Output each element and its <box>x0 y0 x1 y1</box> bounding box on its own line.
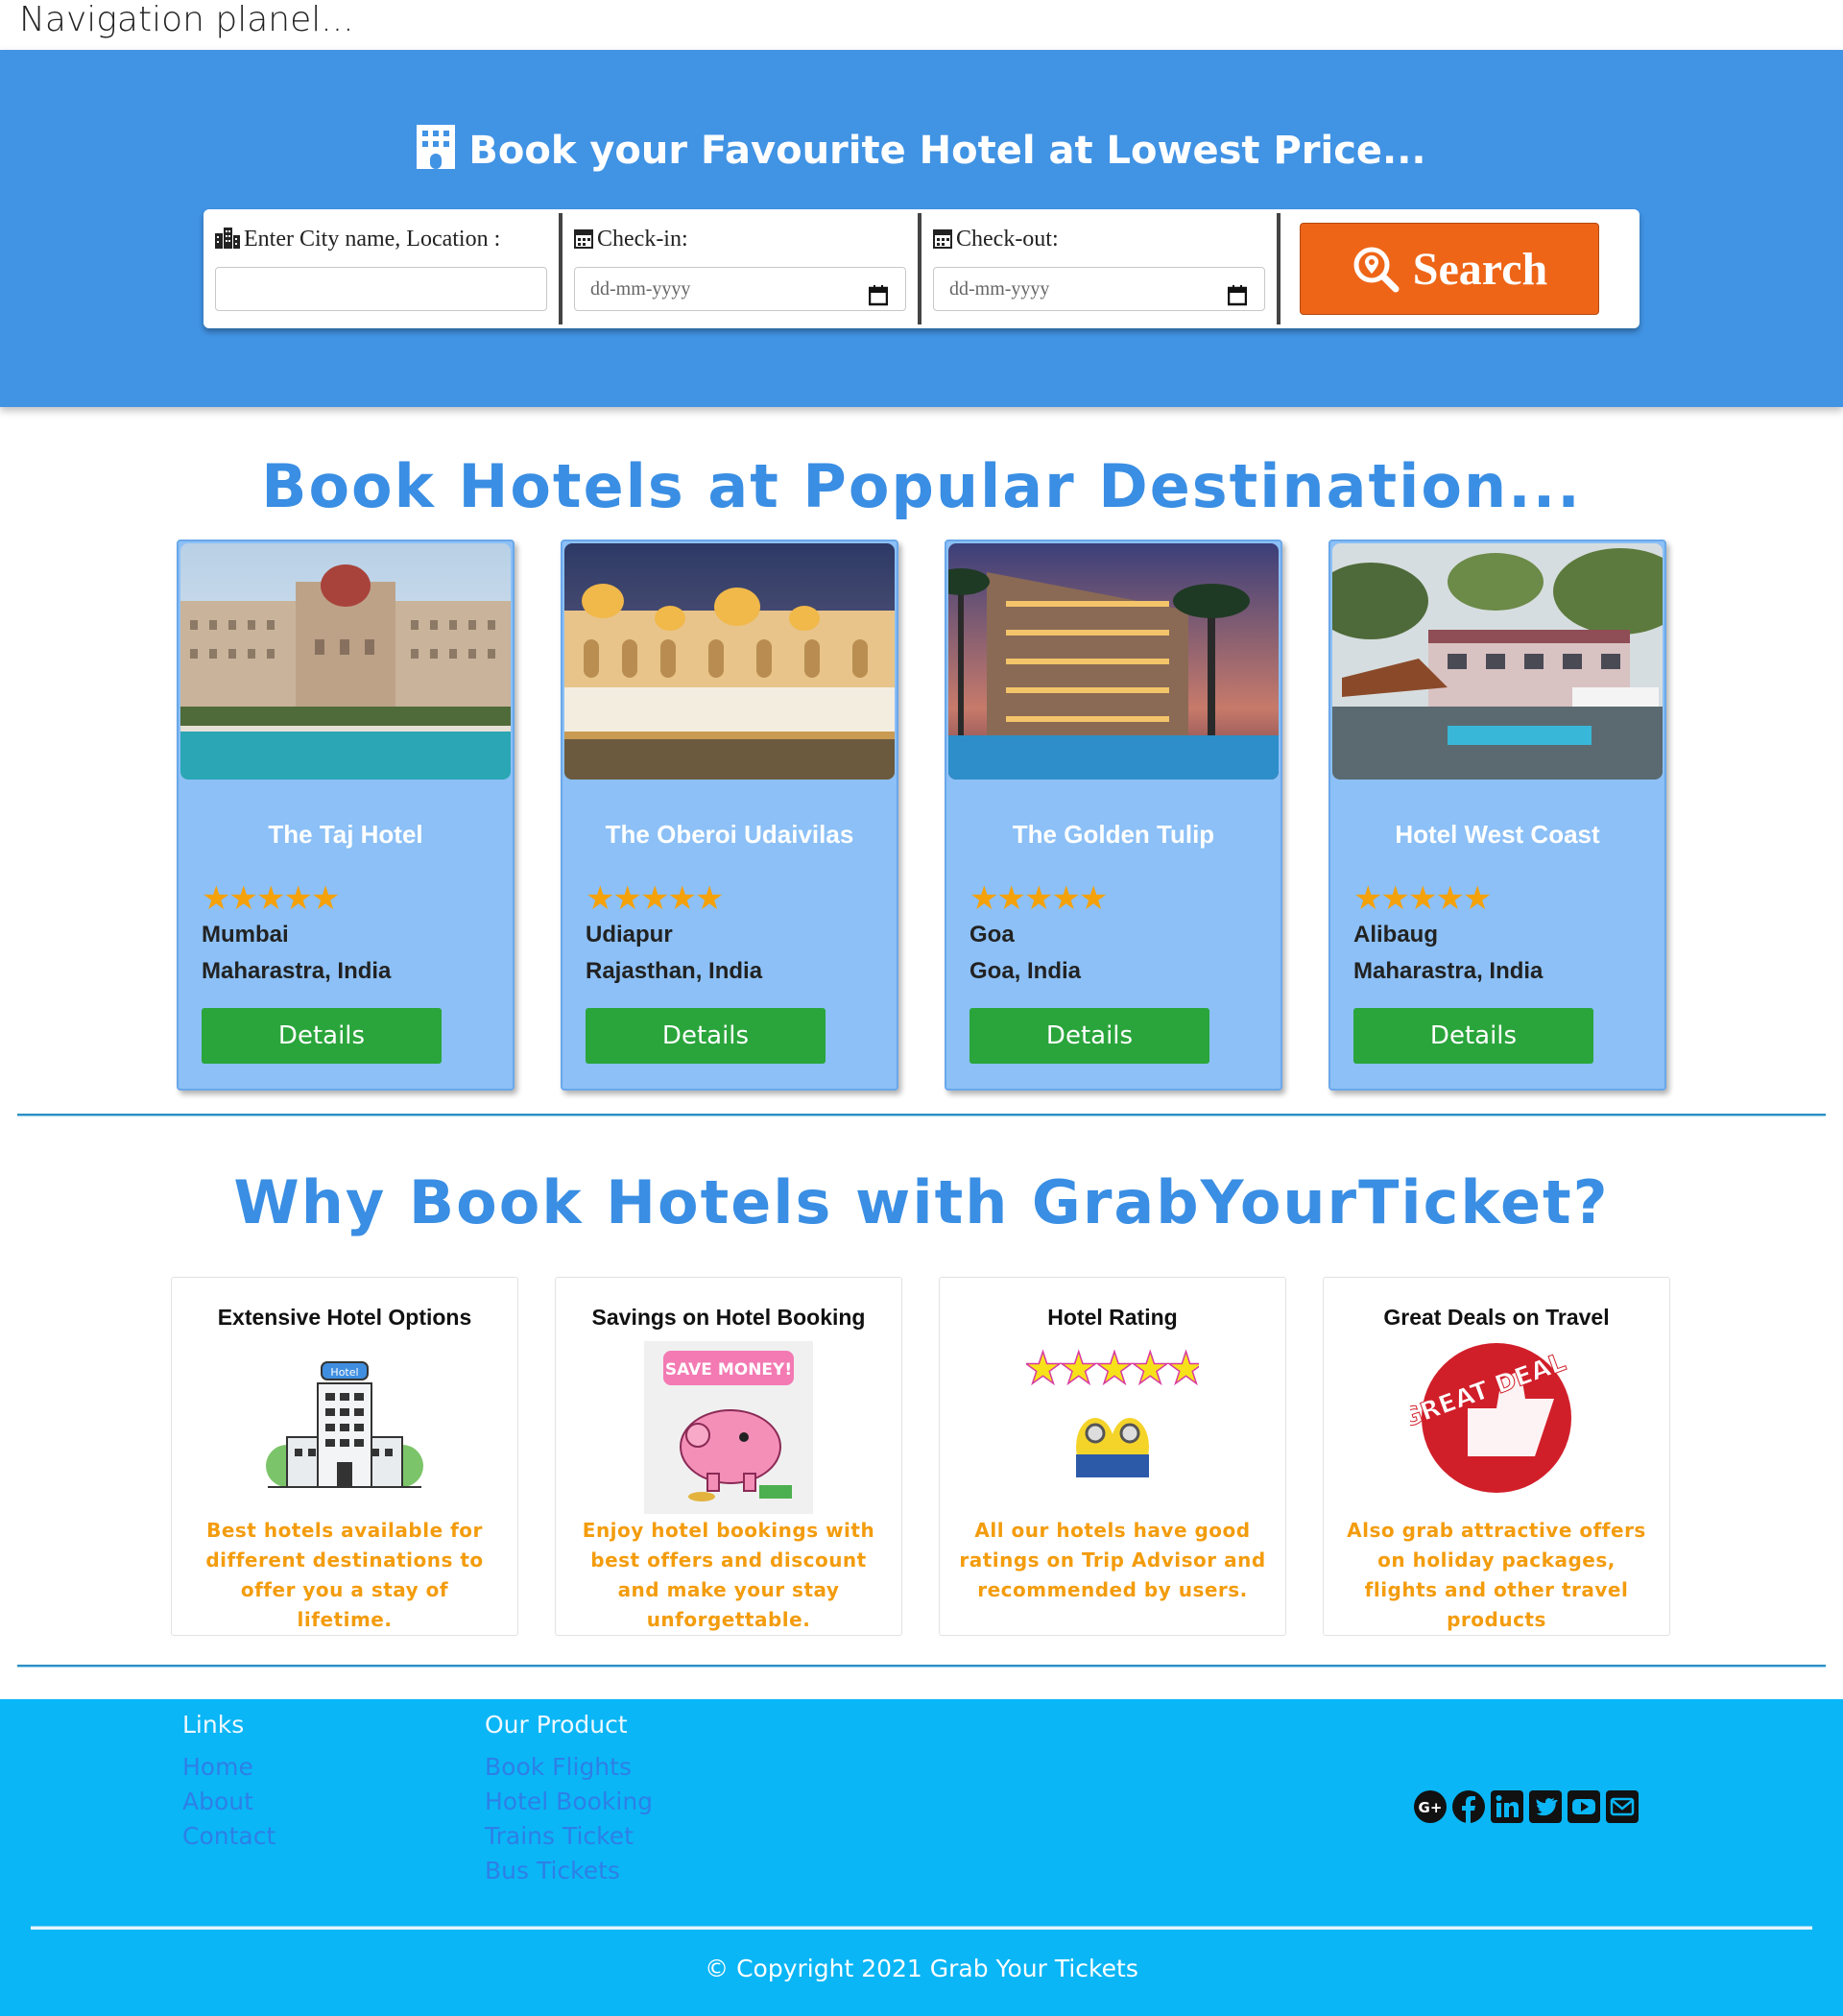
calendar-icon <box>933 229 952 249</box>
checkout-label: Check-out: <box>933 227 1059 252</box>
facebook-icon[interactable] <box>1451 1789 1486 1824</box>
linkedin-icon[interactable] <box>1490 1789 1524 1824</box>
rating-stars-illustration: ★★★★★ <box>1022 1341 1209 1514</box>
details-button[interactable]: Details <box>969 1008 1209 1064</box>
rating-stars-text: ★★★★★ <box>1026 1342 1199 1394</box>
section-divider <box>17 1665 1826 1668</box>
footer-divider <box>31 1926 1812 1930</box>
feature-title: Savings on Hotel Booking <box>591 1305 866 1330</box>
hotel-state: Goa, India <box>969 958 1082 984</box>
google-plus-icon[interactable]: G+ <box>1413 1789 1448 1824</box>
hotel-photo <box>1332 543 1663 780</box>
feature-description: All our hotels have good ratings on Trip… <box>959 1519 1266 1601</box>
great-deal-badge-illustration: GREAT DEAL <box>1397 1341 1583 1514</box>
feature-description: Enjoy hotel bookings with best offers an… <box>582 1519 875 1631</box>
details-button[interactable]: Details <box>1353 1008 1593 1064</box>
popular-destinations-title: Book Hotels at Popular Destination... <box>261 451 1582 521</box>
details-button[interactable]: Details <box>586 1008 826 1064</box>
twitter-icon[interactable] <box>1528 1789 1563 1824</box>
hotel-name: The Oberoi Udaivilas <box>605 820 854 849</box>
feature-card: Savings on Hotel Booking SAVE MONEY! Enj… <box>555 1277 902 1636</box>
field-divider <box>1277 213 1281 324</box>
piggy-bank-illustration: SAVE MONEY! <box>644 1341 813 1514</box>
hotel-building-icon <box>417 125 456 179</box>
footer-link-about[interactable]: About <box>182 1788 253 1815</box>
product-heading: Our Product <box>485 1711 628 1739</box>
hotel-state: Rajasthan, India <box>586 958 763 984</box>
hotel-name: Hotel West Coast <box>1395 820 1600 849</box>
checkin-label: Check-in: <box>574 227 688 252</box>
svg-text:G+: G+ <box>1419 1799 1443 1816</box>
details-button[interactable]: Details <box>202 1008 442 1064</box>
why-book-title: Why Book Hotels with GrabYourTicket? <box>233 1167 1610 1237</box>
hotel-card: The Golden Tulip ★★★★★ Goa Goa, India De… <box>945 540 1282 1091</box>
feature-title: Hotel Rating <box>1047 1305 1178 1330</box>
hotel-card: The Oberoi Udaivilas ★★★★★ Udiapur Rajas… <box>561 540 898 1091</box>
footer-link-trains-ticket[interactable]: Trains Ticket <box>485 1822 634 1850</box>
hotel-city: Goa <box>969 922 1015 948</box>
checkout-field-group: Check-out: dd-mm-yyyy <box>922 209 1277 328</box>
feature-description: Best hotels available for different dest… <box>205 1519 484 1631</box>
social-icons: G+ <box>1413 1789 1640 1824</box>
calendar-icon <box>574 229 593 249</box>
city-label: Enter City name, Location : <box>215 227 500 252</box>
hotel-state: Maharastra, India <box>1353 958 1544 984</box>
hotel-city: Mumbai <box>202 922 289 948</box>
feature-description: Also grab attractive offers on holiday p… <box>1347 1519 1646 1631</box>
city-input[interactable] <box>215 267 547 311</box>
hotel-city: Alibaug <box>1353 922 1438 948</box>
star-rating: ★★★★★ <box>202 880 340 917</box>
hotel-name: The Golden Tulip <box>1012 820 1215 849</box>
star-rating: ★★★★★ <box>969 880 1108 917</box>
hotel-name: The Taj Hotel <box>268 820 423 849</box>
copyright-text: © Copyright 2021 Grab Your Tickets <box>705 1955 1138 1982</box>
feature-title: Great Deals on Travel <box>1383 1305 1610 1330</box>
checkin-date-input[interactable]: dd-mm-yyyy <box>574 267 906 311</box>
youtube-icon[interactable] <box>1567 1789 1601 1824</box>
hotel-card: Hotel West Coast ★★★★★ Alibaug Maharastr… <box>1328 540 1666 1091</box>
footer-link-hotel-booking[interactable]: Hotel Booking <box>485 1788 653 1815</box>
city-icon <box>215 228 240 249</box>
feature-card: Great Deals on Travel GREAT DEAL Also gr… <box>1323 1277 1670 1636</box>
hero-title-text: Book your Favourite Hotel at Lowest Pric… <box>468 129 1426 173</box>
feature-title: Extensive Hotel Options <box>217 1305 472 1330</box>
checkout-date-input[interactable]: dd-mm-yyyy <box>933 267 1265 311</box>
hotel-photo <box>180 543 511 780</box>
site-footer: Links Home About Contact Our Product Boo… <box>0 1699 1843 2016</box>
search-button[interactable]: Search <box>1300 223 1599 315</box>
footer-link-contact[interactable]: Contact <box>182 1822 275 1850</box>
links-heading: Links <box>182 1711 245 1739</box>
hotel-city: Udiapur <box>586 922 673 948</box>
hero-search-section: Book your Favourite Hotel at Lowest Pric… <box>0 50 1843 407</box>
navigation-panel-text: Navigation planel... <box>19 0 354 39</box>
save-money-text: SAVE MONEY! <box>665 1360 792 1380</box>
city-field-group: Enter City name, Location : <box>203 209 559 328</box>
hotel-state: Maharastra, India <box>202 958 392 984</box>
footer-link-bus-tickets[interactable]: Bus Tickets <box>485 1857 620 1884</box>
search-location-icon <box>1353 247 1400 293</box>
hotel-photo <box>564 543 895 780</box>
email-icon[interactable] <box>1605 1789 1640 1824</box>
hotel-photo <box>948 543 1279 780</box>
hotel-building-illustration: Hotel <box>258 1341 431 1514</box>
section-divider <box>17 1114 1826 1116</box>
checkin-field-group: Check-in: dd-mm-yyyy <box>562 209 918 328</box>
star-rating: ★★★★★ <box>586 880 724 917</box>
feature-card: Hotel Rating ★★★★★ All our hotels have g… <box>939 1277 1286 1636</box>
footer-link-home[interactable]: Home <box>182 1753 253 1781</box>
footer-link-book-flights[interactable]: Book Flights <box>485 1753 632 1781</box>
calendar-picker-icon[interactable] <box>868 279 889 322</box>
calendar-picker-icon[interactable] <box>1227 279 1248 322</box>
search-form: Enter City name, Location : Check-in: dd… <box>203 209 1640 328</box>
hotel-card: The Taj Hotel ★★★★★ Mumbai Maharastra, I… <box>177 540 515 1091</box>
feature-card: Extensive Hotel Options Hotel Best hotel… <box>171 1277 518 1636</box>
hero-title: Book your Favourite Hotel at Lowest Pric… <box>0 125 1843 179</box>
hotel-sign-text: Hotel <box>330 1366 358 1379</box>
star-rating: ★★★★★ <box>1353 880 1492 917</box>
